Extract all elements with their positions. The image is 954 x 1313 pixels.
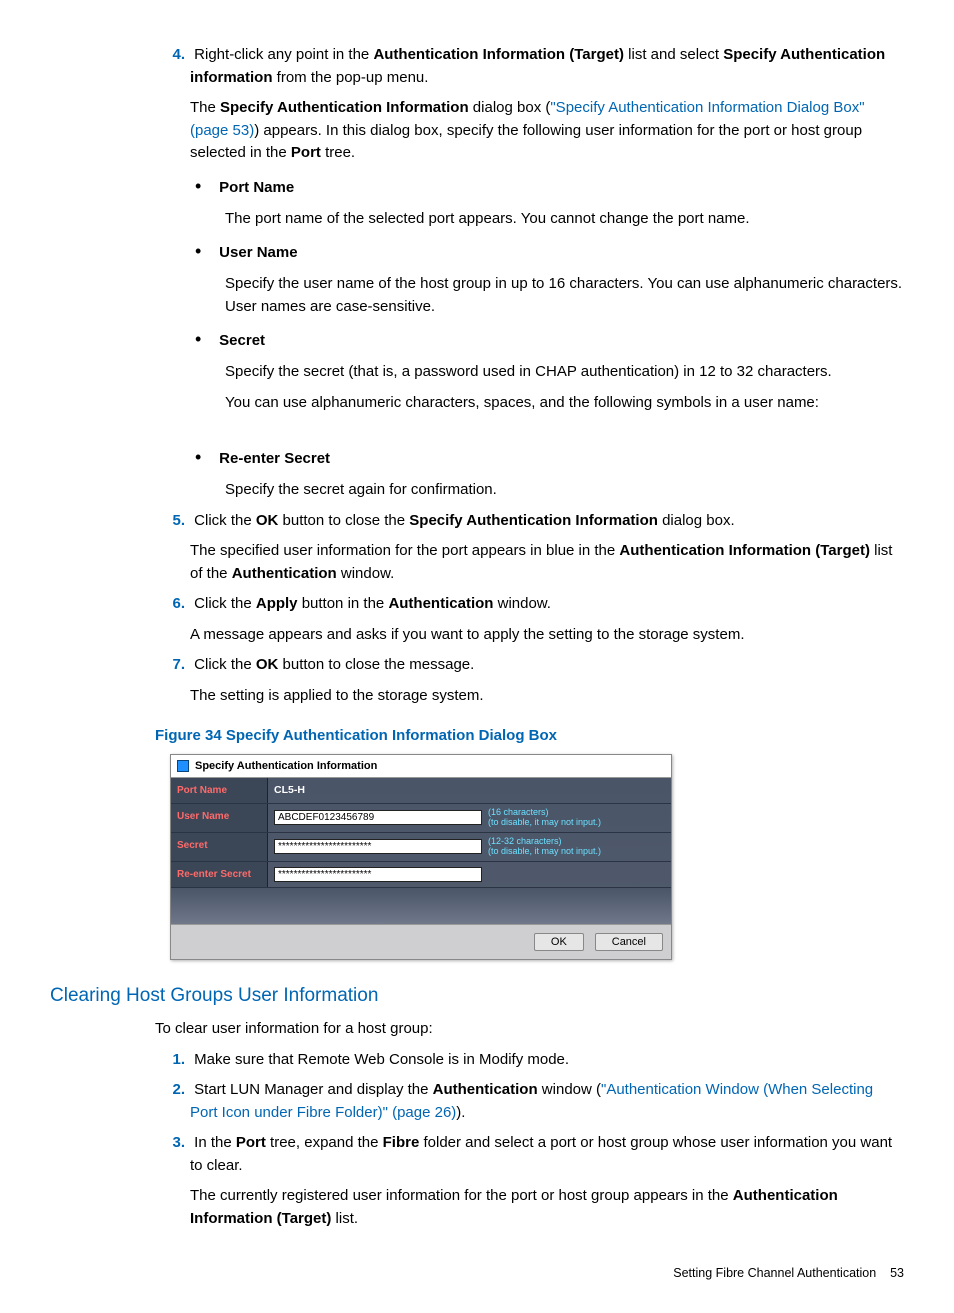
- bullet-reenter-desc: Specify the secret again for confirmatio…: [225, 479, 904, 502]
- step-number: 6.: [157, 593, 190, 616]
- row-secret: Secret (12-32 characters)(to disable, it…: [171, 833, 671, 862]
- step-6: 6. Click the Apply button in the Authent…: [190, 593, 904, 616]
- hint-user-name: (16 characters)(to disable, it may not i…: [488, 808, 601, 828]
- bullet-secret-desc1: Specify the secret (that is, a password …: [225, 361, 904, 384]
- label-reenter-secret: Re-enter Secret: [171, 862, 268, 887]
- bullet-reenter: • Re-enter Secret: [225, 444, 904, 471]
- dialog-specify-auth: Specify Authentication Information Port …: [170, 754, 672, 960]
- bullet-icon: •: [195, 173, 215, 200]
- bullet-secret-desc2: You can use alphanumeric characters, spa…: [225, 392, 904, 415]
- sec2-step-2: 2. Start LUN Manager and display the Aut…: [190, 1079, 904, 1124]
- step-7: 7. Click the OK button to close the mess…: [190, 654, 904, 677]
- step-5-detail: The specified user information for the p…: [190, 540, 904, 585]
- bullet-user-name: • User Name: [225, 238, 904, 265]
- page-footer: Setting Fibre Channel Authentication 53: [50, 1264, 904, 1283]
- dialog-title: Specify Authentication Information: [195, 758, 377, 775]
- hint-secret: (12-32 characters)(to disable, it may no…: [488, 837, 601, 857]
- figure-caption: Figure 34 Specify Authentication Informa…: [155, 725, 904, 748]
- cancel-button[interactable]: Cancel: [595, 933, 663, 951]
- input-user-name[interactable]: [274, 810, 482, 825]
- bullet-secret: • Secret: [225, 326, 904, 353]
- dialog-titlebar: Specify Authentication Information: [171, 755, 671, 779]
- sec2-step-3-detail: The currently registered user informatio…: [190, 1185, 904, 1230]
- row-port-name: Port Name CL5-H: [171, 778, 671, 804]
- bullet-icon: •: [195, 444, 215, 471]
- sec2-step-1: 1. Make sure that Remote Web Console is …: [190, 1049, 904, 1072]
- input-secret[interactable]: [274, 839, 482, 854]
- row-reenter-secret: Re-enter Secret: [171, 862, 671, 888]
- step-4-detail: The Specify Authentication Information d…: [190, 97, 904, 165]
- step-6-detail: A message appears and asks if you want t…: [190, 624, 904, 647]
- row-user-name: User Name (16 characters)(to disable, it…: [171, 804, 671, 833]
- ok-button[interactable]: OK: [534, 933, 584, 951]
- step-number: 4.: [157, 44, 190, 67]
- bullet-user-name-desc: Specify the user name of the host group …: [225, 273, 904, 318]
- step-5: 5. Click the OK button to close the Spec…: [190, 510, 904, 533]
- dialog-button-bar: OK Cancel: [171, 924, 671, 959]
- label-port-name: Port Name: [171, 778, 268, 803]
- step-4: 4. Right-click any point in the Authenti…: [190, 44, 904, 89]
- window-icon: [177, 760, 189, 772]
- input-reenter-secret[interactable]: [274, 867, 482, 882]
- bullet-port-name-desc: The port name of the selected port appea…: [225, 208, 904, 231]
- heading-clearing-host-groups: Clearing Host Groups User Information: [50, 982, 904, 1011]
- bullet-icon: •: [195, 238, 215, 265]
- sec2-step-3: 3. In the Port tree, expand the Fibre fo…: [190, 1132, 904, 1177]
- step-number: 1.: [157, 1049, 190, 1072]
- bullet-icon: •: [195, 326, 215, 353]
- section2-intro: To clear user information for a host gro…: [155, 1018, 904, 1041]
- step-number: 5.: [157, 510, 190, 533]
- step-number: 2.: [157, 1079, 190, 1102]
- step-7-detail: The setting is applied to the storage sy…: [190, 685, 904, 708]
- step-number: 7.: [157, 654, 190, 677]
- page-number: 53: [890, 1266, 904, 1280]
- label-user-name: User Name: [171, 804, 268, 832]
- value-port-name: CL5-H: [274, 783, 305, 799]
- step-number: 3.: [157, 1132, 190, 1155]
- bullet-port-name: • Port Name: [225, 173, 904, 200]
- label-secret: Secret: [171, 833, 268, 861]
